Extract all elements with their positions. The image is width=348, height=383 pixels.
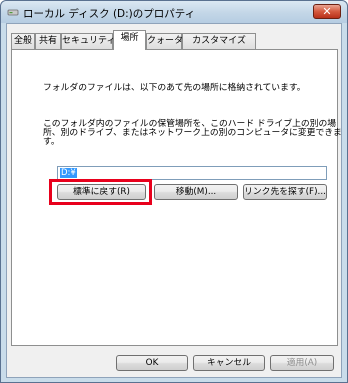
tab-security[interactable]: セキュリティ — [61, 33, 115, 49]
tab-general[interactable]: 全般 — [11, 33, 35, 49]
path-value: D:¥ — [60, 168, 77, 178]
ok-button[interactable]: OK — [116, 355, 188, 371]
close-button[interactable]: ✕ — [313, 4, 341, 19]
location-tab-panel: フォルダのファイルは、以下のあて先の場所に格納されています。 このフォルダ内のフ… — [11, 49, 342, 346]
find-target-button[interactable]: リンク先を探す(F)... — [243, 184, 327, 200]
move-button[interactable]: 移動(M)... — [154, 184, 238, 200]
path-input[interactable]: D:¥ — [57, 166, 327, 180]
instruction-line-2: 所、別のドライブ、またはネットワーク上の別のコンピュータに変更できま — [43, 128, 342, 138]
properties-dialog: ローカル ディスク (D:)のプロパティ ✕ 全般 共有 セキュリティ 場所 ク… — [0, 0, 348, 383]
window-title: ローカル ディスク (D:)のプロパティ — [23, 8, 196, 20]
location-description: フォルダのファイルは、以下のあて先の場所に格納されています。 — [43, 83, 306, 93]
apply-button[interactable]: 適用(A) — [270, 355, 334, 371]
dialog-body: 全般 共有 セキュリティ 場所 クォータ カスタマイズ フォルダのファイルは、以… — [6, 23, 342, 378]
tab-sharing[interactable]: 共有 — [35, 33, 61, 49]
tab-location[interactable]: 場所 — [113, 30, 146, 50]
instruction-line-3: す。 — [43, 137, 60, 147]
cancel-button[interactable]: キャンセル — [193, 355, 265, 371]
highlight-box — [49, 179, 152, 205]
drive-icon — [7, 9, 19, 16]
title-bar[interactable]: ローカル ディスク (D:)のプロパティ ✕ — [1, 1, 347, 23]
tab-quota[interactable]: クォータ — [146, 33, 183, 49]
tab-customize[interactable]: カスタマイズ — [182, 33, 256, 49]
